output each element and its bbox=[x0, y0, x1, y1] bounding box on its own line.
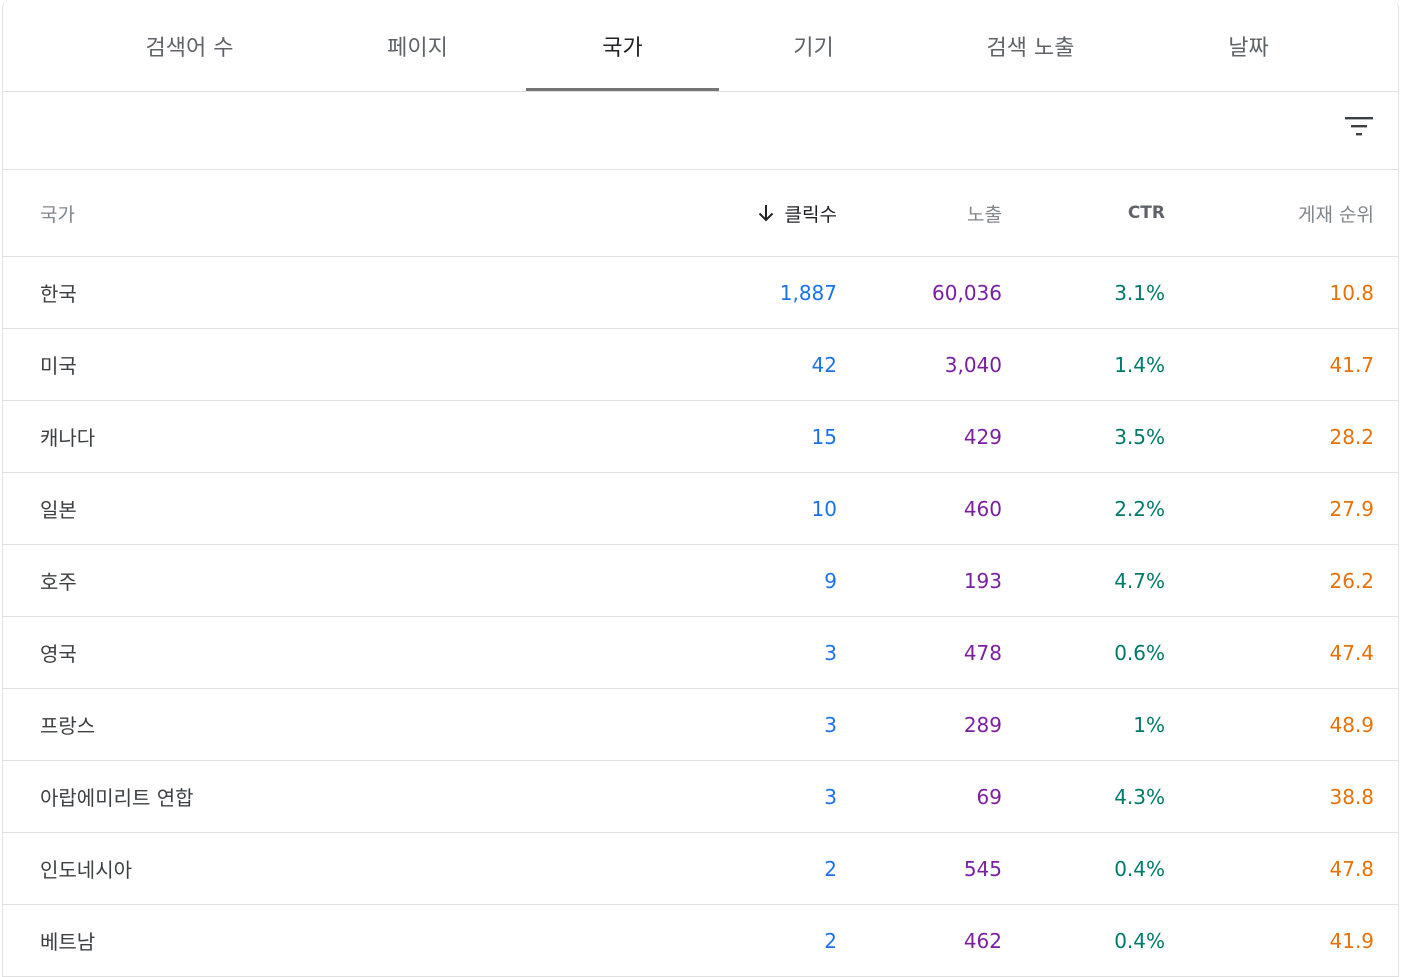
column-header-impressions-label: 노출 bbox=[967, 203, 1002, 226]
table-row[interactable]: 영국 3 478 0.6% 47.4 bbox=[3, 617, 1398, 689]
cell-ctr: 3.5% bbox=[1114, 424, 1165, 449]
filter-icon bbox=[1345, 117, 1373, 136]
cell-country: 일본 bbox=[40, 498, 77, 522]
cell-ctr: 0.6% bbox=[1114, 640, 1165, 665]
table-row[interactable]: 베트남 2 462 0.4% 41.9 bbox=[3, 905, 1398, 977]
column-header-ctr[interactable]: CTR bbox=[1015, 170, 1165, 256]
column-header-country-label: 국가 bbox=[40, 203, 75, 226]
table-row[interactable]: 미국 42 3,040 1.4% 41.7 bbox=[3, 329, 1398, 401]
cell-impressions: 3,040 bbox=[944, 352, 1002, 377]
table-row[interactable]: 아랍에미리트 연합 3 69 4.3% 38.8 bbox=[3, 761, 1398, 833]
cell-ctr: 2.2% bbox=[1114, 496, 1165, 521]
cell-ctr: 3.1% bbox=[1114, 280, 1165, 305]
table-header: 국가 클릭수 노출 CTR 게재 순위 bbox=[3, 170, 1398, 257]
cell-impressions: 462 bbox=[963, 928, 1002, 953]
cell-clicks: 1,887 bbox=[779, 280, 837, 305]
cell-ctr: 1.4% bbox=[1114, 352, 1165, 377]
cell-ctr: 4.7% bbox=[1114, 568, 1165, 593]
tab-dates[interactable]: 날짜 bbox=[1152, 0, 1345, 91]
cell-clicks: 9 bbox=[824, 568, 837, 593]
cell-country: 프랑스 bbox=[40, 714, 96, 738]
cell-position: 26.2 bbox=[1329, 568, 1374, 593]
table-row[interactable]: 호주 9 193 4.7% 26.2 bbox=[3, 545, 1398, 617]
table-toolbar bbox=[3, 92, 1398, 170]
cell-clicks: 2 bbox=[824, 856, 837, 881]
cell-clicks: 10 bbox=[811, 496, 837, 521]
cell-position: 38.8 bbox=[1329, 784, 1374, 809]
cell-position: 47.8 bbox=[1329, 856, 1374, 881]
cell-country: 영국 bbox=[40, 642, 77, 666]
column-header-clicks[interactable]: 클릭수 bbox=[637, 170, 837, 256]
cell-impressions: 429 bbox=[963, 424, 1002, 449]
cell-ctr: 0.4% bbox=[1114, 928, 1165, 953]
cell-clicks: 42 bbox=[811, 352, 837, 377]
dimension-tabs: 검색어 수 페이지 국가 기기 검색 노출 날짜 bbox=[3, 0, 1398, 92]
cell-impressions: 60,036 bbox=[932, 280, 1002, 305]
cell-clicks: 3 bbox=[824, 712, 837, 737]
cell-clicks: 3 bbox=[824, 640, 837, 665]
cell-country: 아랍에미리트 연합 bbox=[40, 786, 194, 810]
tab-queries[interactable]: 검색어 수 bbox=[93, 0, 286, 91]
arrow-down-icon bbox=[758, 205, 773, 222]
cell-impressions: 460 bbox=[963, 496, 1002, 521]
table-row[interactable]: 일본 10 460 2.2% 27.9 bbox=[3, 473, 1398, 545]
cell-impressions: 478 bbox=[963, 640, 1002, 665]
column-header-position-label: 게재 순위 bbox=[1298, 203, 1374, 226]
cell-impressions: 289 bbox=[963, 712, 1002, 737]
cell-country: 캐나다 bbox=[40, 426, 96, 450]
cell-ctr: 0.4% bbox=[1114, 856, 1165, 881]
table-row[interactable]: 캐나다 15 429 3.5% 28.2 bbox=[3, 401, 1398, 473]
cell-clicks: 3 bbox=[824, 784, 837, 809]
table-row[interactable]: 인도네시아 2 545 0.4% 47.8 bbox=[3, 833, 1398, 905]
cell-position: 41.9 bbox=[1329, 928, 1374, 953]
cell-impressions: 193 bbox=[963, 568, 1002, 593]
cell-position: 48.9 bbox=[1329, 712, 1374, 737]
table-row[interactable]: 한국 1,887 60,036 3.1% 10.8 bbox=[3, 257, 1398, 329]
column-header-country[interactable]: 국가 bbox=[40, 170, 340, 256]
performance-table-card: 검색어 수 페이지 국가 기기 검색 노출 날짜 국가 클릭수 노출 CTR 게… bbox=[2, 0, 1399, 977]
column-header-ctr-label: CTR bbox=[1127, 203, 1165, 223]
column-header-position[interactable]: 게재 순위 bbox=[1224, 170, 1374, 256]
cell-country: 인도네시아 bbox=[40, 858, 132, 882]
cell-ctr: 4.3% bbox=[1114, 784, 1165, 809]
cell-impressions: 69 bbox=[976, 784, 1002, 809]
cell-country: 베트남 bbox=[40, 930, 96, 954]
cell-impressions: 545 bbox=[963, 856, 1002, 881]
cell-clicks: 15 bbox=[811, 424, 837, 449]
column-header-impressions[interactable]: 노출 bbox=[852, 170, 1002, 256]
cell-position: 27.9 bbox=[1329, 496, 1374, 521]
column-header-clicks-label: 클릭수 bbox=[784, 203, 837, 226]
tab-pages[interactable]: 페이지 bbox=[321, 0, 514, 91]
cell-country: 호주 bbox=[40, 570, 77, 594]
cell-position: 41.7 bbox=[1329, 352, 1374, 377]
filter-button[interactable] bbox=[1344, 114, 1374, 144]
cell-country: 미국 bbox=[40, 354, 77, 378]
tab-search-appearance[interactable]: 검색 노출 bbox=[934, 0, 1127, 91]
cell-position: 28.2 bbox=[1329, 424, 1374, 449]
cell-clicks: 2 bbox=[824, 928, 837, 953]
cell-ctr: 1% bbox=[1133, 712, 1165, 737]
cell-country: 한국 bbox=[40, 282, 77, 306]
tab-countries[interactable]: 국가 bbox=[526, 0, 719, 91]
table-body: 한국 1,887 60,036 3.1% 10.8 미국 42 3,040 1.4% 41.7 캐나… bbox=[3, 257, 1398, 977]
cell-position: 47.4 bbox=[1329, 640, 1374, 665]
tab-devices[interactable]: 기기 bbox=[717, 0, 910, 91]
cell-position: 10.8 bbox=[1329, 280, 1374, 305]
table-row[interactable]: 프랑스 3 289 1% 48.9 bbox=[3, 689, 1398, 761]
